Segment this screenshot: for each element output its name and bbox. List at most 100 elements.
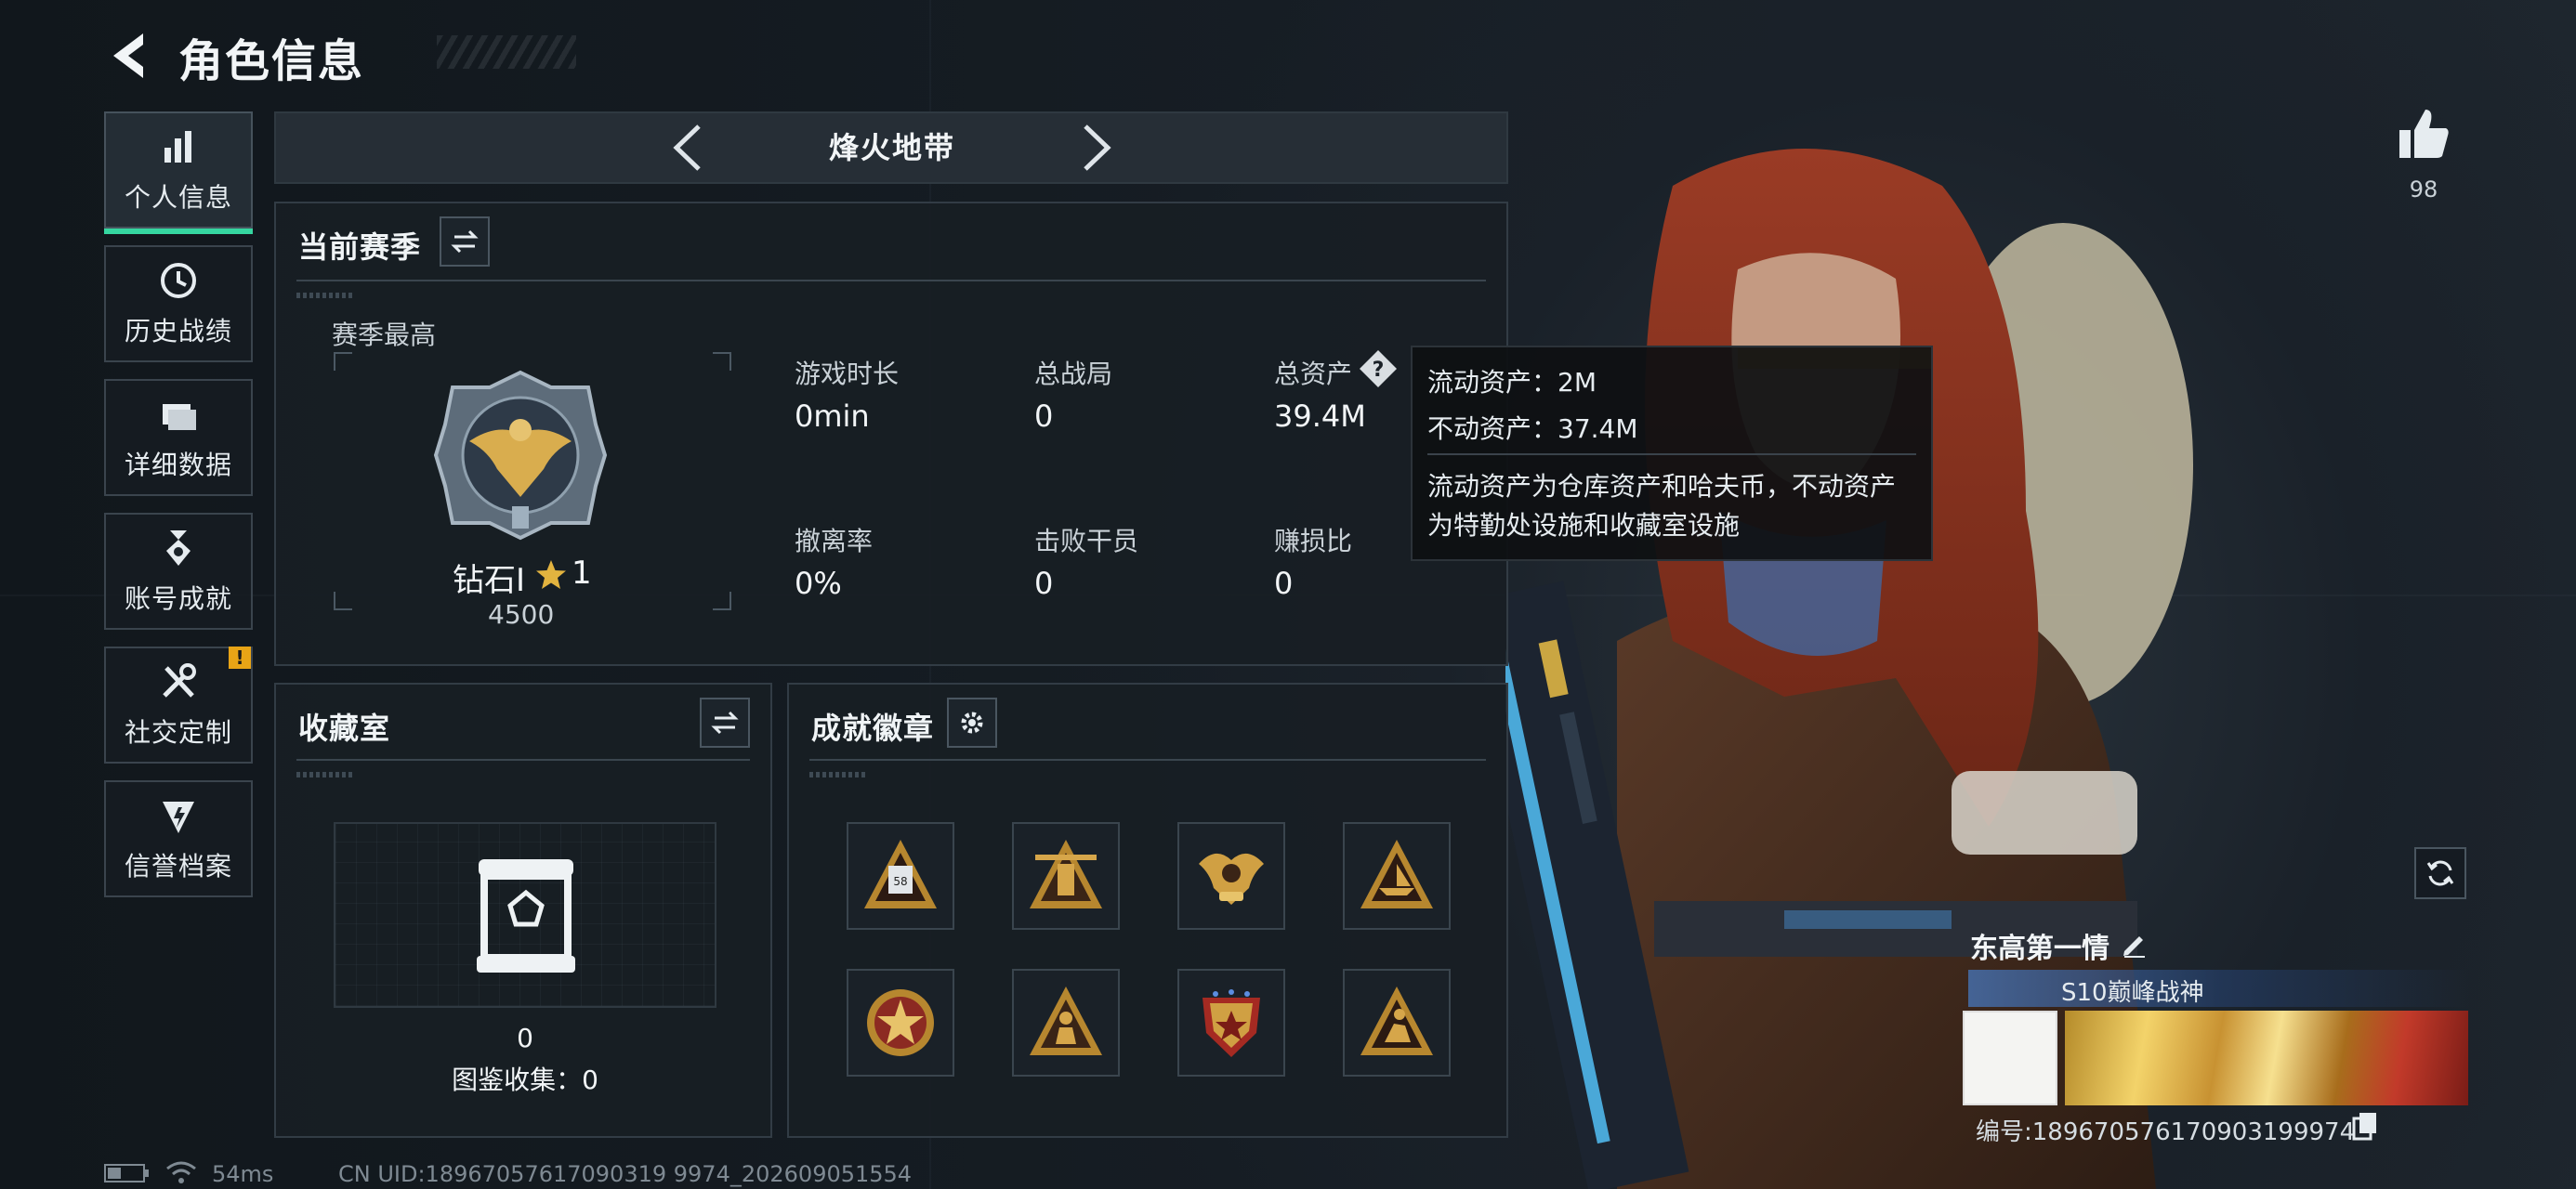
decor-lines [296, 293, 352, 298]
pencil-icon[interactable] [2119, 927, 2150, 959]
achievement-badge-2[interactable] [1012, 822, 1120, 930]
tooltip-fixed: 不动资产：37.4M [1427, 413, 1638, 444]
medal-icon [166, 530, 191, 566]
stat-label: 撤离率 [795, 526, 874, 556]
rank-name: 钻石I [453, 562, 526, 599]
profile-card-sketch[interactable] [1963, 1011, 2057, 1105]
collection-switch-button[interactable] [700, 698, 750, 748]
achievement-panel: 成就徽章 58 [787, 683, 1508, 1138]
catalog-count: 图鉴收集：0 [452, 1065, 598, 1095]
achievement-badge-7[interactable] [1177, 969, 1285, 1077]
nav-label: 社交定制 [124, 717, 232, 748]
active-indicator [104, 229, 253, 234]
badge-58-eagle-icon [1199, 853, 1264, 905]
badge-58-triangle-icon: 58 [864, 840, 937, 908]
shield-icon [163, 802, 194, 833]
decor-lines [296, 772, 352, 777]
stat-value: 39.4M [1274, 399, 1366, 434]
frame-corner [713, 352, 731, 371]
tooltip-liquid: 流动资产：2M [1427, 367, 1597, 398]
achievement-badge-4[interactable] [1343, 822, 1451, 930]
badge-ship-triangle-icon [1360, 840, 1433, 908]
profile-card-banner[interactable] [2065, 1011, 2468, 1105]
divider [809, 759, 1486, 761]
title-banner [1968, 970, 2470, 1007]
nav-item-achievements[interactable]: 账号成就 [104, 513, 253, 630]
bar-chart-icon [164, 131, 191, 163]
nav-label: 账号成就 [124, 583, 232, 614]
collection-count: 0 [517, 1023, 533, 1053]
back-button[interactable] [102, 28, 158, 84]
ping: 54ms [212, 1161, 274, 1187]
swap-icon [711, 711, 739, 735]
badge-runner-triangle-icon [1360, 986, 1433, 1055]
nav-label: 历史战绩 [124, 316, 232, 346]
page-title: 角色信息 [178, 35, 365, 87]
rank-score: 4500 [488, 599, 555, 630]
nav-label: 个人信息 [124, 182, 232, 213]
rank-stars: 1 [572, 555, 592, 592]
stat-value: 0 [1274, 566, 1294, 601]
achievement-settings-button[interactable] [947, 698, 997, 748]
stat-value: 0 [1034, 399, 1054, 434]
like-count: 98 [2409, 176, 2438, 203]
nav-item-detailed-data[interactable]: 详细数据 [104, 379, 253, 496]
season-best-label: 赛季最高 [332, 320, 437, 350]
svg-text:?: ? [1373, 359, 1385, 382]
nav-label: 信誉档案 [124, 851, 232, 882]
mode-title: 烽火地带 [828, 130, 955, 165]
divider [296, 280, 1486, 281]
collection-panel: 收藏室 0 图鉴收集：0 [274, 683, 772, 1138]
season-switch-button[interactable] [440, 216, 490, 267]
rank-emblem-icon [433, 370, 608, 541]
season-panel: 当前赛季 赛季最高 钻石I 1 4500 游戏时长 0min 总战局 0 总资产… [274, 202, 1508, 666]
tooltip-desc-2: 为特勤处设施和收藏室设施 [1427, 510, 1741, 541]
stat-value: 0min [795, 399, 870, 434]
svg-text:58: 58 [893, 875, 907, 888]
tooltip-divider [1427, 453, 1916, 455]
decor-lines [809, 772, 865, 777]
achievement-title: 成就徽章 [811, 711, 935, 746]
thumbs-up-icon[interactable] [2394, 104, 2453, 163]
nav-item-personal-info[interactable]: 个人信息 [104, 111, 253, 234]
stat-label: 总战局 [1034, 359, 1113, 389]
achievement-badge-3[interactable] [1177, 822, 1285, 930]
badge-star-shield-icon [1203, 989, 1260, 1057]
tools-icon [163, 663, 196, 698]
nav-item-reputation[interactable]: 信誉档案 [104, 780, 253, 897]
mode-next-button[interactable] [1067, 119, 1123, 176]
title-decoration [437, 35, 576, 69]
client-uid: CN UID:18967057617090319 9974_2026090515… [338, 1161, 913, 1187]
achievement-badge-5[interactable] [847, 969, 954, 1077]
divider [296, 759, 750, 761]
notification-badge: ! [229, 647, 251, 669]
frame-corner [334, 592, 352, 610]
folder-icon [163, 404, 196, 430]
nav-label: 详细数据 [124, 450, 232, 480]
player-number: 编号:1896705761709031999‌74 [1976, 1118, 2356, 1146]
achievement-badge-8[interactable] [1343, 969, 1451, 1077]
gear-icon [961, 712, 983, 734]
clock-icon [161, 263, 196, 298]
asset-tooltip: 流动资产：2M 不动资产：37.4M 流动资产为仓库资产和哈夫币，不动资产 为特… [1411, 346, 1933, 561]
display-case-icon [477, 859, 575, 973]
stat-label: 总资产 [1274, 359, 1353, 389]
refresh-button[interactable] [2414, 847, 2466, 899]
badge-star-round-icon [867, 989, 934, 1056]
stat-value: 0% [795, 566, 842, 601]
stat-label: 击败干员 [1034, 526, 1139, 556]
copy-icon[interactable] [2351, 1111, 2379, 1141]
badge-soldier-triangle-icon [1030, 986, 1102, 1055]
badge-58-tower-icon [1030, 840, 1102, 908]
stat-label: 赚损比 [1274, 526, 1353, 556]
nav-item-social-custom[interactable]: 社交定制 ! [104, 647, 253, 764]
mode-prev-button[interactable] [662, 119, 717, 176]
season-title: 当前赛季 [298, 229, 422, 265]
battery-icon [104, 1164, 149, 1182]
nav-item-history[interactable]: 历史战绩 [104, 245, 253, 362]
collection-title: 收藏室 [298, 711, 391, 746]
question-icon[interactable]: ? [1358, 348, 1399, 389]
achievement-badge-6[interactable] [1012, 969, 1120, 1077]
frame-corner [334, 352, 352, 371]
achievement-badge-1[interactable]: 58 [847, 822, 954, 930]
